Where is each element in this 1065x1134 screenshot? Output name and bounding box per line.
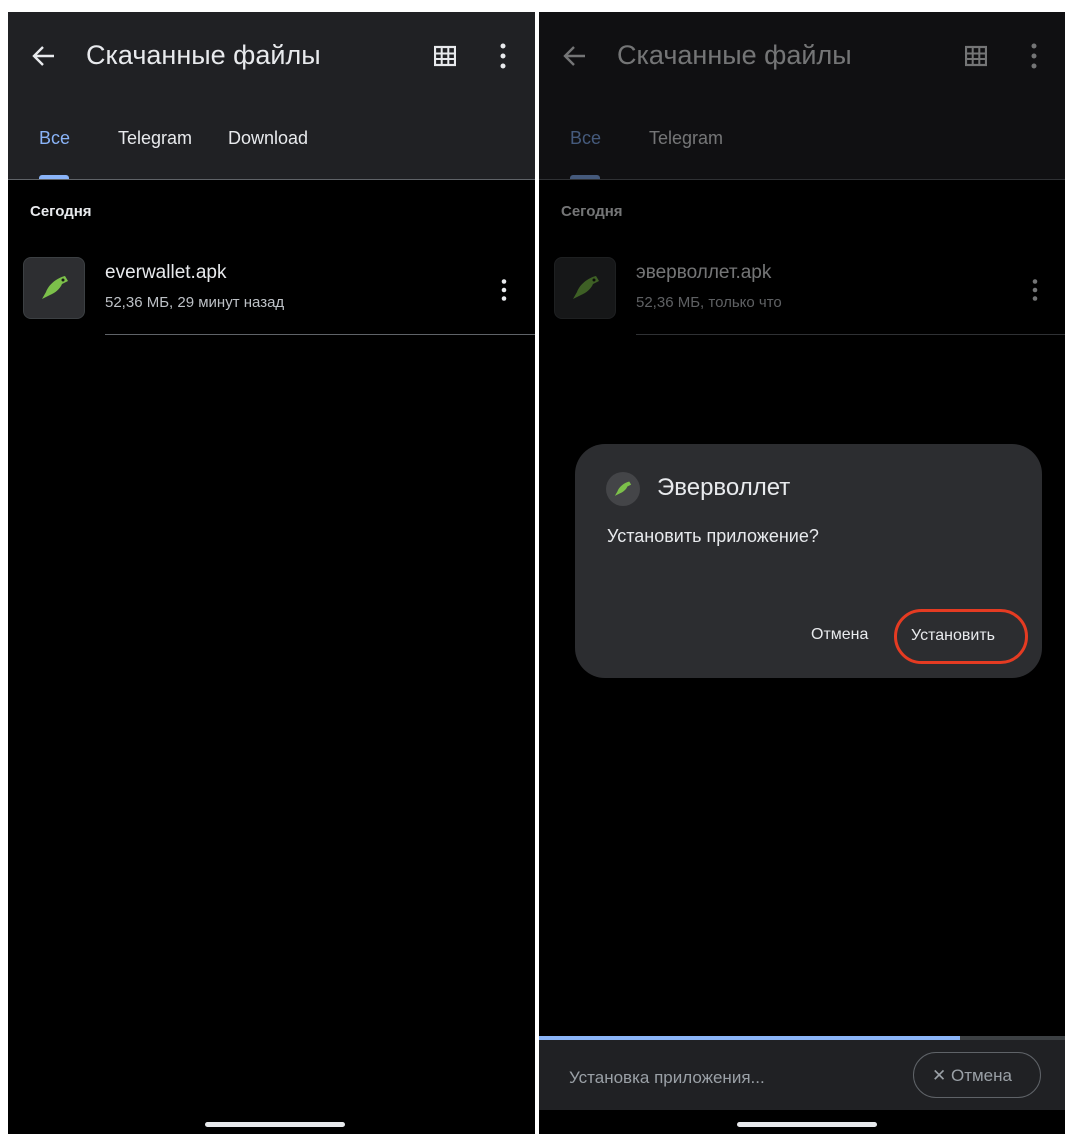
nav-handle[interactable] [205, 1122, 345, 1127]
app-icon [606, 472, 640, 506]
dialog-title: Эверволлет [657, 474, 791, 501]
grid-view-icon[interactable] [434, 45, 456, 67]
cancel-install-label: ✕ Отмена [932, 1066, 1012, 1085]
tab-all[interactable]: Все [39, 128, 70, 149]
cancel-button[interactable]: Отмена [811, 626, 868, 644]
downloads-screen-left: Скачанные файлы Все Telegram Download Се… [8, 12, 535, 1134]
app-parrot-icon [614, 481, 632, 496]
tab-telegram[interactable]: Telegram [118, 128, 192, 149]
cancel-install-button[interactable]: ✕ Отмена [913, 1052, 1041, 1098]
nav-handle[interactable] [737, 1122, 877, 1127]
app-bar: Скачанные файлы Все Telegram Download [8, 12, 535, 180]
more-vert-icon[interactable] [500, 278, 508, 302]
divider [8, 179, 535, 180]
tab-download[interactable]: Download [228, 128, 308, 149]
section-header: Сегодня [30, 203, 92, 220]
install-dialog: Эверволлет Установить приложение? Отмена… [575, 444, 1042, 678]
downloads-screen-right: Скачанные файлы Все Telegram Сегодня эве… [539, 12, 1065, 1134]
page-title: Скачанные файлы [86, 40, 321, 70]
more-vert-icon[interactable] [498, 42, 508, 70]
install-button-label: Установить [911, 627, 995, 644]
dialog-message: Установить приложение? [607, 526, 819, 546]
file-meta: 52,36 МБ, 29 минут назад [105, 294, 285, 311]
install-status: Установка приложения... [569, 1068, 765, 1087]
back-arrow-icon[interactable] [30, 42, 58, 70]
file-thumbnail[interactable] [23, 257, 85, 319]
file-name[interactable]: everwallet.apk [105, 262, 226, 284]
install-button[interactable]: Установить [894, 609, 1028, 664]
row-divider [105, 334, 535, 335]
app-parrot-icon [42, 276, 68, 299]
progress-bar [539, 1036, 960, 1040]
